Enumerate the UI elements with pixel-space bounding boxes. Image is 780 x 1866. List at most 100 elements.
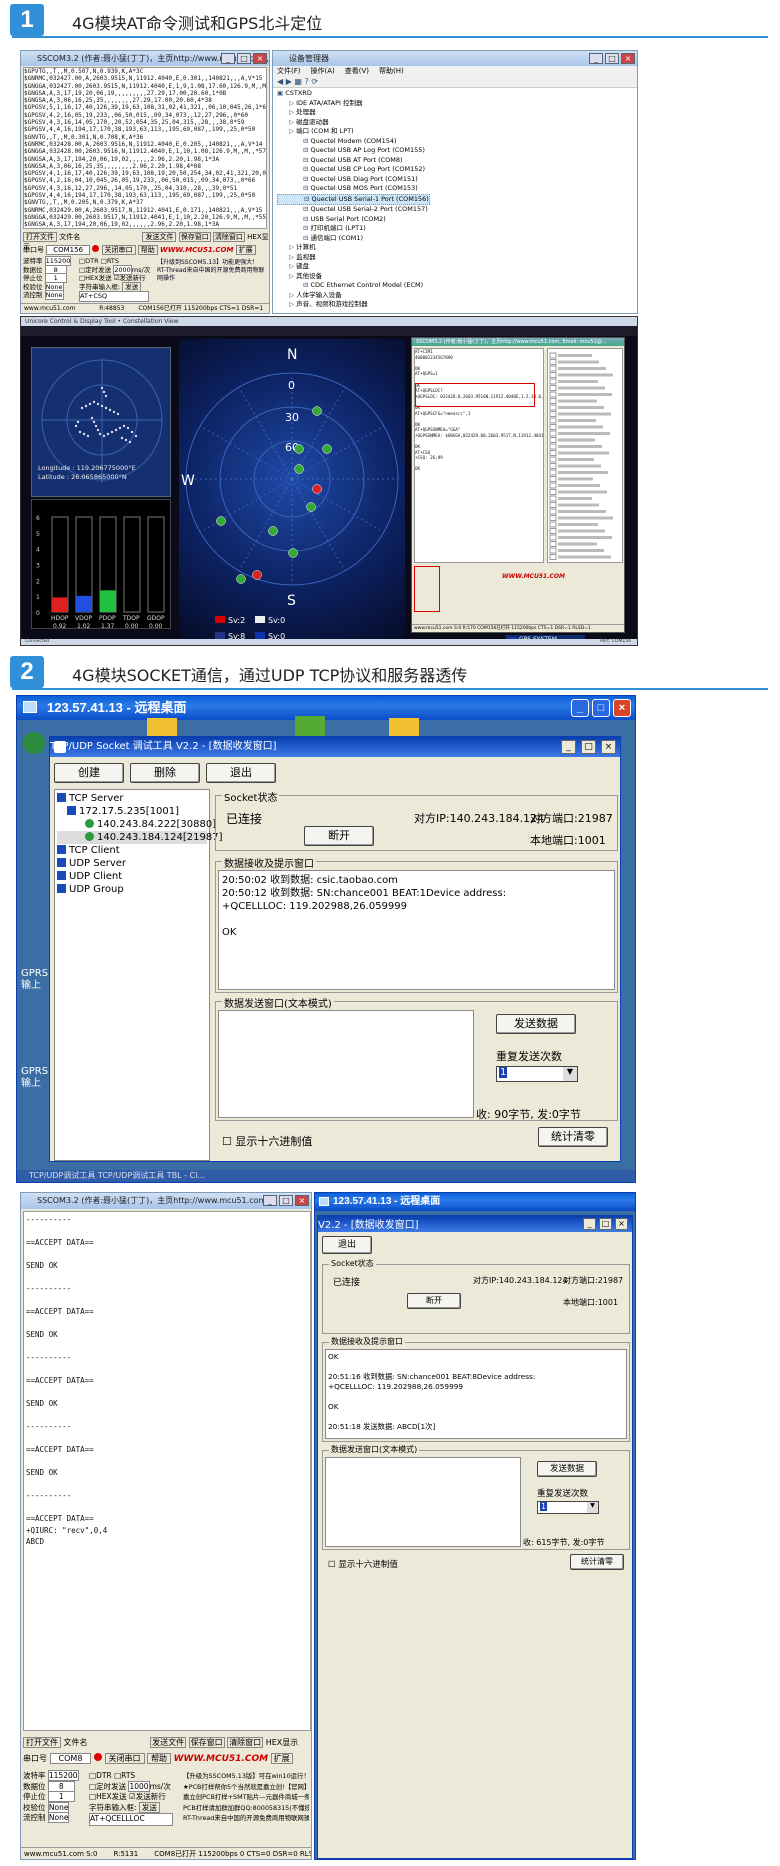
menu-file[interactable]: 文件(F) [277, 66, 301, 77]
tool-titlebar[interactable]: V2.2 - [数据收发窗口] _ □ × [318, 1216, 632, 1232]
forward-icon[interactable]: ▶ [286, 77, 292, 86]
minimize-button[interactable]: _ [263, 1195, 277, 1206]
tree-item[interactable]: 140.243.84.222[30880] [57, 818, 216, 831]
device-tree-item[interactable]: ▷ 声音、视频和游戏控制器 [277, 300, 430, 310]
scan-icon[interactable]: ⟳ [311, 77, 318, 86]
close-button[interactable]: × [295, 1195, 309, 1206]
device-tree-item[interactable]: ⊟ Quectel USB AP Log Port (COM155) [277, 146, 430, 156]
stop-bits-select[interactable]: 1 [47, 1791, 75, 1802]
send-button[interactable]: 发送 [122, 281, 142, 292]
window-titlebar[interactable]: SSCOM3.2 (作者:聂小猛(丁丁)，主页http://www.mcu51.… [21, 1193, 311, 1209]
open-file-button[interactable]: 打开文件 [23, 232, 57, 242]
send-textarea[interactable] [218, 1010, 474, 1118]
exit-button[interactable]: 退出 [322, 1236, 372, 1254]
save-window-button[interactable]: 保存窗口 [188, 1737, 225, 1748]
receive-textarea[interactable]: AT+CIMI 460001234567890 OK AT+QGPS=1 OK AT+… [414, 348, 544, 563]
send-file-button[interactable]: 发送文件 [142, 232, 177, 242]
device-tree-item[interactable]: ⊟ Quectel USB Diag Port (COM151) [277, 175, 430, 185]
send-data-button[interactable]: 发送数据 [496, 1014, 576, 1034]
maximize-button[interactable]: □ [581, 740, 596, 754]
tree-item[interactable]: TCP Server [57, 792, 207, 805]
hex-display-checkbox[interactable]: ☐ 显示十六进制值 [328, 1558, 398, 1570]
notice-line[interactable]: RT-Thread来自中国的开源免费商用物联网操作 [157, 267, 269, 283]
desktop-icon-label[interactable]: GPRS输上 [21, 1066, 48, 1090]
tree-item[interactable]: TCP Client [57, 844, 207, 857]
device-tree-item[interactable]: ▷ IDE ATA/ATAPI 控制器 [277, 99, 430, 109]
device-tree-item[interactable]: ▷ 磁盘驱动器 [277, 118, 430, 128]
device-tree-item[interactable]: ▷ 处理器 [277, 108, 430, 118]
device-tree-item[interactable]: ⊟ 通信端口 (COM1) [277, 234, 430, 244]
rdp-titlebar[interactable]: 123.57.41.13 - 远程桌面 _ □ × [17, 696, 635, 720]
receive-textarea[interactable]: OK 20:51:16 收到数据: SN:chance001 BEAT:8Dev… [325, 1349, 627, 1439]
help-button[interactable]: 帮助 [137, 245, 158, 255]
clear-window-button[interactable]: 清除窗口 [227, 1737, 264, 1748]
device-tree-item[interactable]: ⊟ Quectel USB MOS Port (COM153) [277, 184, 430, 194]
menu-action[interactable]: 操作(A) [311, 66, 335, 77]
tree-item[interactable]: 172.17.5.235[1001] [57, 805, 207, 818]
help-icon[interactable]: ? [305, 77, 309, 86]
open-file-button[interactable]: 打开文件 [23, 1737, 61, 1748]
minimize-button[interactable]: _ [589, 53, 603, 64]
flow-control-select[interactable]: None [44, 290, 64, 300]
clear-window-button[interactable]: 清除窗口 [212, 232, 245, 242]
minimize-button[interactable]: _ [583, 1218, 596, 1230]
device-tree-item[interactable]: ⊟ Quectel USB Serial-1 Port (COM156) [277, 193, 430, 205]
device-tree-item[interactable]: ▷ 端口 (COM 和 LPT) [277, 127, 430, 137]
repeat-count-select[interactable]: 1 ▼ [496, 1066, 578, 1082]
notice-line[interactable]: 【升级到SSCOM5.13】功能更强大！ [157, 259, 269, 267]
close-button[interactable]: × [621, 53, 635, 64]
chevron-down-icon[interactable]: ▼ [587, 1502, 598, 1513]
save-window-button[interactable]: 保存窗口 [178, 232, 211, 242]
device-tree-item[interactable]: ▷ 其他设备 [277, 272, 430, 282]
tree-item[interactable]: UDP Group [57, 883, 207, 896]
tool-titlebar[interactable]: TCP/UDP Socket 调试工具 V2.2 - [数据收发窗口] _ □ … [50, 737, 620, 757]
hex-display-checkbox[interactable]: HEX显示 [266, 1738, 299, 1747]
data-bits-select[interactable]: 8 [47, 1780, 75, 1792]
close-button[interactable]: × [615, 1218, 628, 1230]
receive-textarea[interactable]: ---------- ==ACCEPT DATA== SEND OK -----… [23, 1211, 311, 1731]
minimize-button[interactable]: _ [561, 740, 576, 754]
close-port-button[interactable]: 关闭串口 [101, 245, 136, 255]
send-file-button[interactable]: 发送文件 [150, 1737, 187, 1748]
maximize-button[interactable]: □ [592, 699, 610, 717]
desktop-app-icon[interactable] [23, 732, 45, 754]
send-button[interactable]: 发送 [138, 1801, 160, 1813]
interval-input[interactable]: 1000 [128, 1780, 150, 1792]
create-button[interactable]: 创建 [54, 763, 124, 783]
close-button[interactable]: × [253, 53, 267, 64]
desktop-icon-label[interactable]: GPRS输上 [21, 968, 48, 992]
chevron-down-icon[interactable]: ▼ [563, 1067, 577, 1081]
disconnect-button[interactable]: 断开 [407, 1293, 461, 1309]
tree-item[interactable]: UDP Server [57, 857, 207, 870]
menu-help[interactable]: 帮助(H) [379, 66, 404, 77]
maximize-button[interactable]: □ [279, 1195, 293, 1206]
parity-select[interactable]: None [47, 1801, 70, 1813]
receive-textarea[interactable]: 20:50:02 收到数据: csic.taobao.com 20:50:12 收… [218, 870, 615, 990]
device-tree-item[interactable]: ▷ 监视器 [277, 253, 430, 263]
window-titlebar[interactable]: SSCOM3.2 (作者:聂小猛(丁丁)，主页http://www.mcu51.… [21, 51, 269, 66]
help-button[interactable]: 帮助 [147, 1753, 172, 1764]
device-tree-item[interactable]: ⊟ CDC Ethernet Control Model (ECM) [277, 281, 430, 291]
delete-button[interactable]: 删除 [130, 763, 200, 783]
baud-select[interactable]: 115200 [47, 1770, 79, 1781]
expand-button[interactable]: 扩展 [270, 1753, 293, 1764]
hex-display-checkbox[interactable]: ☐ 显示十六进制值 [222, 1133, 312, 1149]
device-tree-item[interactable]: ⊟ Quectel USB Serial-2 Port (COM157) [277, 205, 430, 215]
close-button[interactable]: × [601, 740, 616, 754]
maximize-button[interactable]: □ [237, 53, 251, 64]
close-port-button[interactable]: 关闭串口 [104, 1753, 145, 1764]
send-data-button[interactable]: 发送数据 [537, 1461, 597, 1477]
device-tree-item[interactable]: ▷ 人体学输入设备 [277, 291, 430, 301]
send-newline-checkbox[interactable]: ☑ [129, 1792, 136, 1801]
disconnect-button[interactable]: 断开 [304, 826, 374, 846]
tree-item[interactable]: 140.243.184.124[21987] [57, 831, 223, 844]
flow-control-select[interactable]: None [47, 1812, 70, 1823]
expand-button[interactable]: 扩展 [235, 245, 256, 255]
device-tree-item[interactable]: ⊟ Quectel USB CP Log Port (COM152) [277, 165, 430, 175]
repeat-count-select[interactable]: 1 ▼ [537, 1501, 599, 1514]
menu-view[interactable]: 查看(V) [345, 66, 369, 77]
device-tree-item[interactable]: ⊟ Quectel Modem (COM154) [277, 137, 430, 147]
device-tree-item[interactable]: ▣ CSTXRD [277, 89, 430, 99]
back-icon[interactable]: ◀ [277, 77, 283, 86]
device-tree-item[interactable]: ▷ 键盘 [277, 262, 430, 272]
